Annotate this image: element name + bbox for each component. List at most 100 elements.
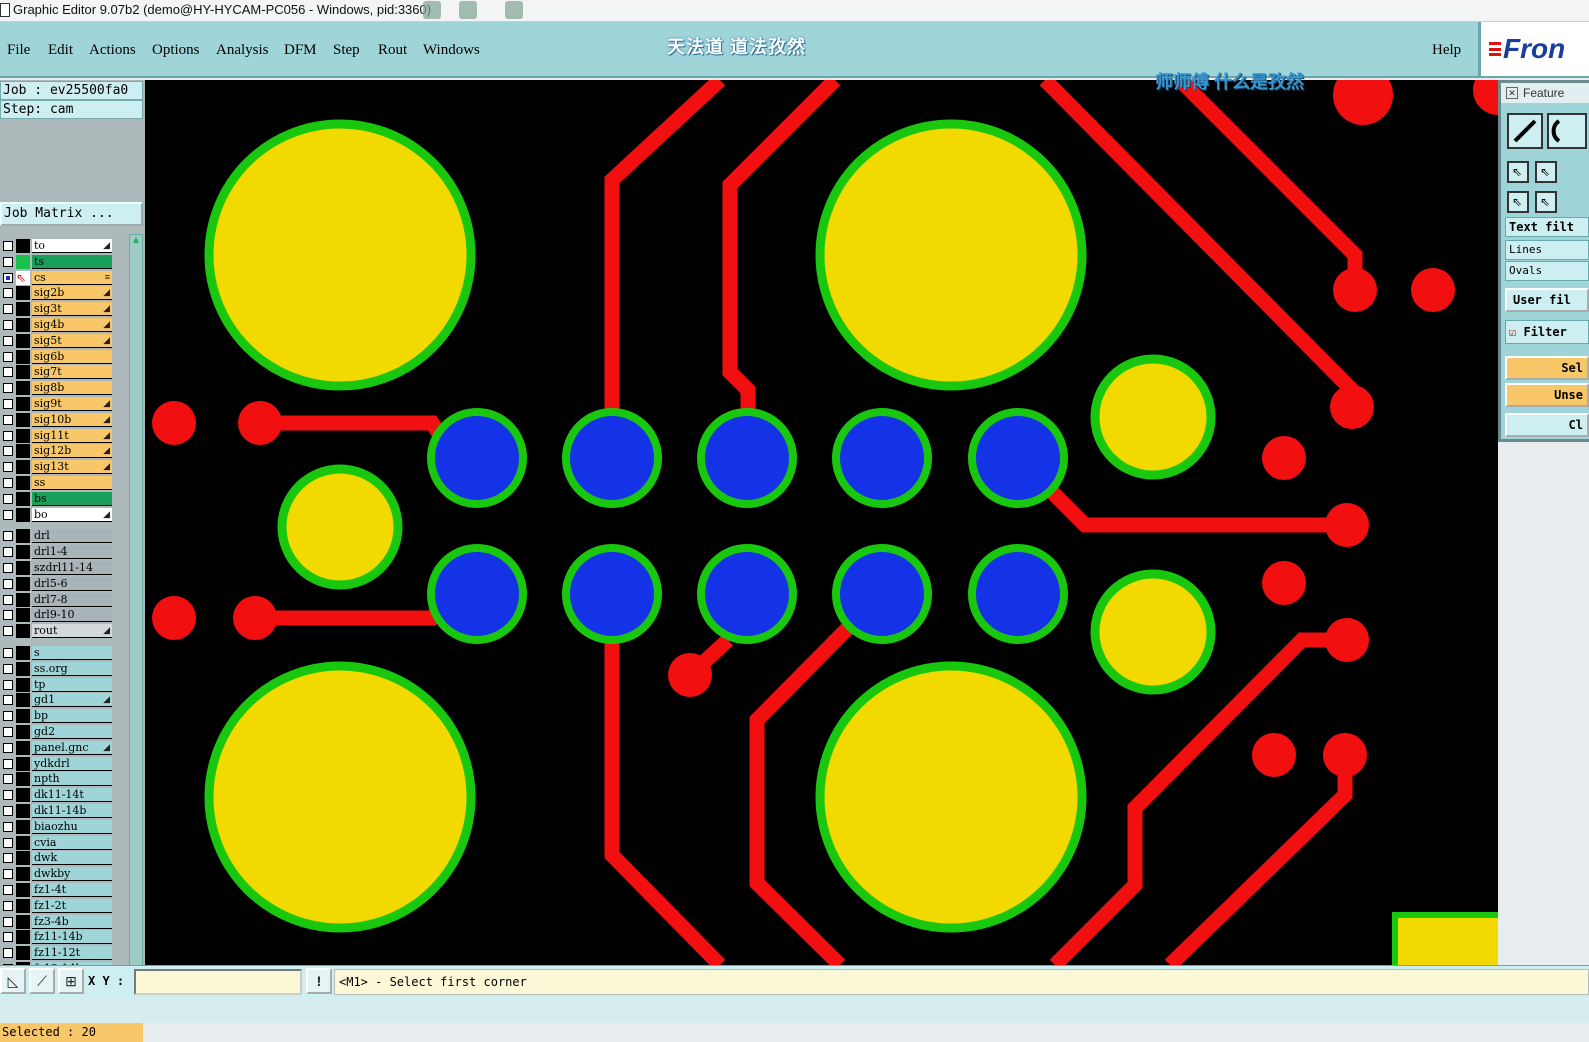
- close-icon[interactable]: ✕: [1506, 87, 1518, 99]
- layer-row[interactable]: ⇖ cs ≡: [0, 270, 128, 286]
- layer-color-swatch[interactable]: [16, 349, 30, 364]
- layer-color-swatch[interactable]: [16, 788, 30, 803]
- layer-checkbox[interactable]: [3, 626, 13, 637]
- layer-checkbox[interactable]: [3, 446, 13, 457]
- layer-row[interactable]: sig7t: [0, 364, 128, 380]
- layer-checkbox[interactable]: [3, 414, 13, 425]
- layer-checkbox[interactable]: [3, 900, 13, 911]
- layer-color-swatch[interactable]: [16, 561, 30, 575]
- layer-color-swatch[interactable]: [16, 333, 30, 348]
- layer-checkbox[interactable]: [3, 256, 13, 267]
- smd-pad[interactable]: [1333, 80, 1393, 125]
- layer-row[interactable]: sig6b: [0, 349, 128, 365]
- smd-pad[interactable]: [1325, 618, 1369, 662]
- smd-pad[interactable]: [668, 653, 712, 697]
- menu-options[interactable]: Options: [152, 42, 200, 59]
- layer-color-swatch[interactable]: [16, 624, 30, 639]
- smd-pad[interactable]: [1333, 268, 1377, 312]
- smd-pad[interactable]: [1330, 385, 1374, 429]
- select-arrow-button[interactable]: ⇖: [1507, 191, 1529, 213]
- smd-pad[interactable]: [152, 596, 196, 640]
- layer-color-swatch[interactable]: [16, 412, 30, 427]
- layer-color-swatch[interactable]: [16, 898, 30, 913]
- layer-checkbox[interactable]: [3, 869, 13, 880]
- line-tool-button[interactable]: [1507, 113, 1543, 149]
- bga-pad[interactable]: [832, 408, 932, 508]
- mounting-hole-pad[interactable]: [815, 661, 1087, 933]
- layer-checkbox[interactable]: [3, 241, 13, 251]
- ovals-checkbox[interactable]: Ovals: [1505, 261, 1589, 281]
- bga-pad[interactable]: [968, 544, 1068, 644]
- layer-checkbox[interactable]: [3, 885, 13, 895]
- menu-step[interactable]: Step: [333, 42, 360, 59]
- mounting-hole-pad[interactable]: [204, 119, 476, 391]
- layer-color-swatch[interactable]: [16, 318, 30, 332]
- bga-pad[interactable]: [562, 408, 662, 508]
- menu-rout[interactable]: Rout: [378, 42, 407, 59]
- layer-checkbox[interactable]: [3, 948, 13, 959]
- layer-color-swatch[interactable]: [16, 756, 30, 771]
- smd-pad[interactable]: [238, 401, 282, 445]
- layer-checkbox[interactable]: [3, 837, 13, 848]
- layer-color-swatch[interactable]: [16, 693, 30, 708]
- layer-row[interactable]: ydkdrl: [0, 756, 128, 772]
- layer-checkbox[interactable]: [3, 272, 13, 283]
- layer-checkbox[interactable]: [3, 478, 13, 488]
- select-arrow-button[interactable]: ⇖: [1535, 191, 1557, 213]
- layer-color-swatch[interactable]: [16, 460, 30, 475]
- layer-color-swatch[interactable]: [16, 491, 30, 506]
- layer-checkbox[interactable]: [3, 790, 13, 801]
- arc-tool-button[interactable]: [1547, 113, 1587, 149]
- scroll-up-icon[interactable]: ▲: [130, 235, 142, 247]
- layer-checkbox[interactable]: [3, 531, 13, 542]
- layer-checkbox[interactable]: [3, 493, 13, 504]
- layer-color-swatch[interactable]: [16, 930, 30, 945]
- smd-pad[interactable]: [1473, 80, 1498, 115]
- layer-row[interactable]: ss.org: [0, 661, 128, 677]
- layer-row[interactable]: gd1 ◢: [0, 692, 128, 708]
- bga-pad[interactable]: [697, 544, 797, 644]
- smd-pad[interactable]: [233, 596, 277, 640]
- bga-pad[interactable]: [427, 408, 527, 508]
- layer-row[interactable]: bp: [0, 708, 128, 724]
- layer-checkbox[interactable]: [3, 610, 13, 621]
- layer-checkbox[interactable]: [3, 335, 13, 346]
- layer-color-swatch[interactable]: [16, 239, 30, 253]
- layer-row[interactable]: sig13t ◢: [0, 459, 128, 475]
- graphic-canvas[interactable]: [145, 80, 1498, 965]
- bga-pad[interactable]: [968, 408, 1068, 508]
- layer-row[interactable]: dwk: [0, 850, 128, 866]
- layer-row[interactable]: cvia: [0, 835, 128, 851]
- select-arrow-button[interactable]: ⇖: [1535, 161, 1557, 183]
- layer-row[interactable]: bs: [0, 491, 128, 507]
- layer-checkbox[interactable]: [3, 304, 13, 315]
- lines-checkbox[interactable]: Lines: [1505, 240, 1589, 260]
- layer-checkbox[interactable]: [3, 320, 13, 330]
- select-button[interactable]: Sel: [1505, 356, 1589, 380]
- layer-checkbox[interactable]: [3, 430, 13, 441]
- layer-color-swatch[interactable]: [16, 740, 30, 755]
- layer-row[interactable]: sig11t ◢: [0, 428, 128, 444]
- menu-file[interactable]: File: [7, 42, 30, 59]
- menu-edit[interactable]: Edit: [48, 42, 73, 59]
- layer-checkbox[interactable]: [3, 727, 13, 737]
- layer-checkbox[interactable]: [3, 547, 13, 558]
- taskbar-icon[interactable]: [423, 1, 441, 19]
- via-pad[interactable]: [277, 464, 403, 590]
- layer-row[interactable]: drl: [0, 528, 128, 544]
- layer-checkbox[interactable]: [3, 563, 13, 573]
- alert-icon[interactable]: !: [306, 968, 332, 994]
- layer-row[interactable]: sig3t ◢: [0, 301, 128, 317]
- layer-checkbox[interactable]: [3, 916, 13, 927]
- layer-checkbox[interactable]: [3, 594, 13, 605]
- layer-color-swatch[interactable]: [16, 725, 30, 739]
- bga-pad[interactable]: [697, 408, 797, 508]
- bga-pad[interactable]: [562, 544, 662, 644]
- layer-checkbox[interactable]: [3, 679, 13, 690]
- layer-color-swatch[interactable]: [16, 608, 30, 623]
- layer-row[interactable]: bo ◢: [0, 507, 128, 523]
- menu-actions[interactable]: Actions: [89, 42, 136, 59]
- layer-row[interactable]: sig8b: [0, 380, 128, 396]
- layer-checkbox[interactable]: [3, 932, 13, 943]
- layer-color-swatch[interactable]: [16, 646, 30, 660]
